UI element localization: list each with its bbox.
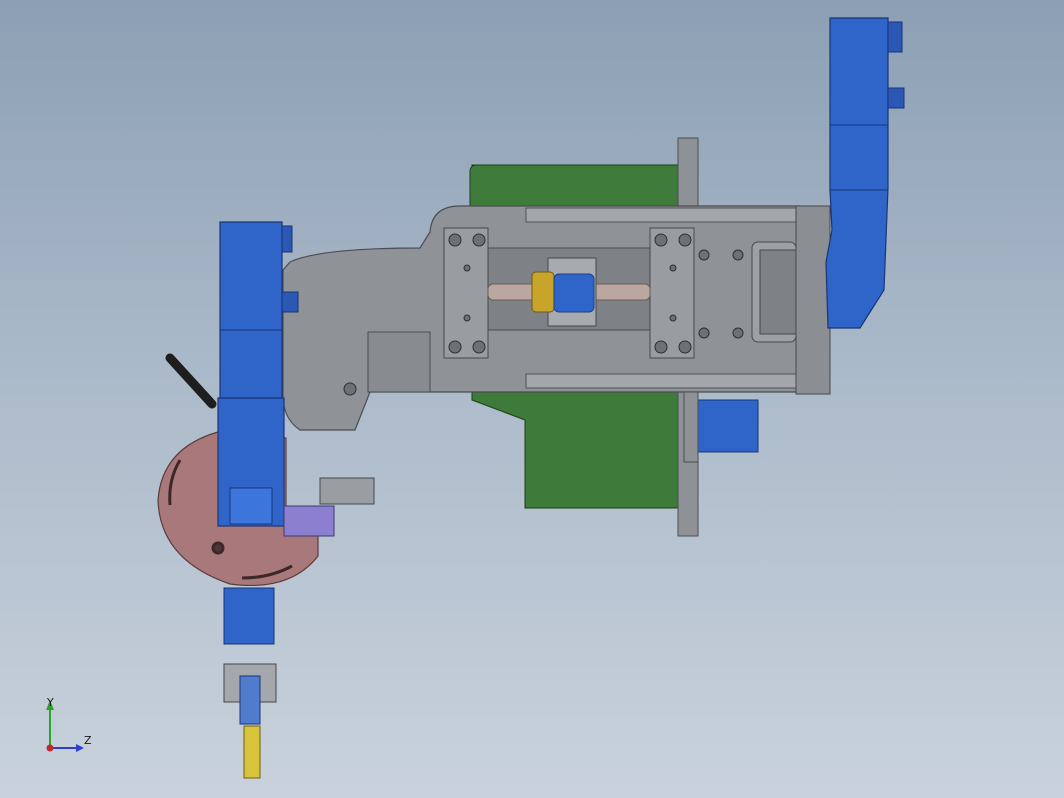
z-axis-arrowhead: [76, 744, 84, 752]
top-right-motor-cap: [887, 21, 903, 53]
screw-nut-blue[interactable]: [553, 273, 595, 313]
purple-bracket[interactable]: [283, 505, 335, 537]
y-axis-label: Y: [47, 696, 54, 709]
cad-assembly-model[interactable]: [0, 0, 1064, 798]
z-axis-label: Z: [84, 734, 92, 747]
spindle-collar[interactable]: [239, 675, 261, 725]
top-right-motor[interactable]: [825, 17, 889, 329]
coordinate-triad: Y Z: [38, 696, 98, 756]
vertical-post-top[interactable]: [677, 137, 699, 211]
side-motor-mount: [683, 391, 699, 463]
arm-plate-lower-step[interactable]: [367, 331, 431, 393]
top-right-motor-connector: [887, 87, 905, 109]
linear-rail-lower[interactable]: [525, 373, 799, 389]
left-motor-cap: [281, 225, 293, 253]
left-motor-connector: [281, 291, 299, 313]
tool-holder-yellow[interactable]: [243, 725, 261, 779]
carriage-block-left[interactable]: [443, 227, 489, 359]
grey-tab: [319, 477, 375, 505]
green-side-plate-top[interactable]: [469, 164, 683, 211]
clamp-handle[interactable]: [165, 353, 217, 409]
graphics-viewport[interactable]: Y Z: [0, 0, 1064, 798]
right-end-bracket-inner: [759, 249, 797, 335]
side-motor-small[interactable]: [691, 399, 759, 453]
left-motor-upper[interactable]: [219, 221, 283, 399]
linear-rail-upper[interactable]: [525, 207, 799, 223]
left-motor-window: [229, 487, 273, 525]
right-end-block[interactable]: [795, 205, 831, 395]
screw-coupling-gold[interactable]: [531, 271, 555, 313]
x-axis-dot: [46, 744, 54, 752]
carriage-block-right[interactable]: [649, 227, 695, 359]
lower-motor[interactable]: [223, 587, 275, 645]
